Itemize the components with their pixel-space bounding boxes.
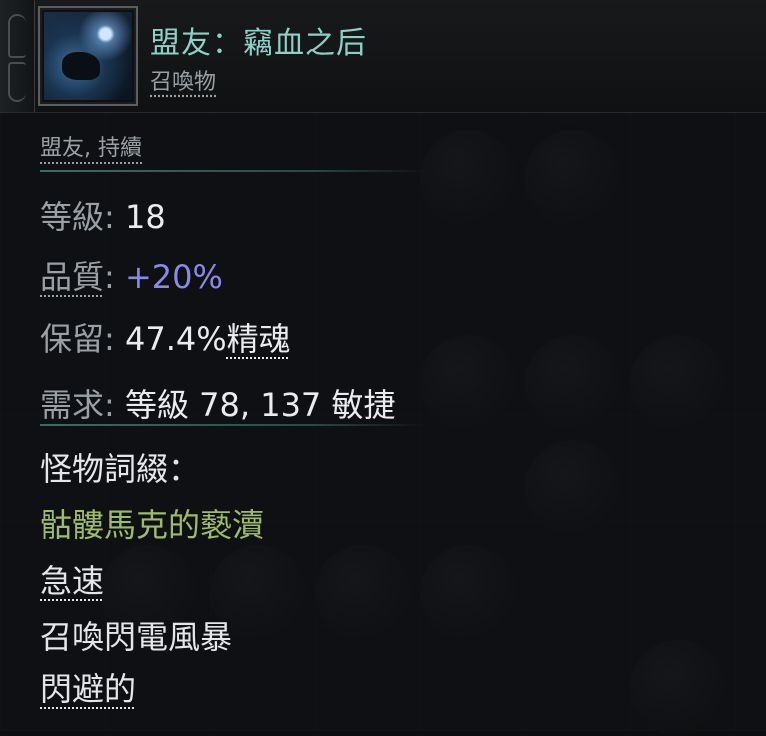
reservation-label: 保留 [40, 320, 105, 358]
reservation-resource: 精魂 [226, 320, 291, 358]
gem-icon-frame [38, 6, 138, 106]
requirement-value: 等級 78, 137 敏捷 [124, 386, 396, 424]
item-type: 召喚物 [150, 70, 217, 95]
quality-stat: 品質: +20% [40, 258, 223, 296]
reservation-stat: 保留: 47.4%精魂 [40, 320, 291, 358]
modifier-item: 急速 [40, 562, 105, 600]
modifier-item: 召喚閃電風暴 [40, 618, 233, 656]
level-value: 18 [124, 198, 166, 236]
tooltip-header: 盟友：竊血之后 召喚物 [0, 0, 766, 113]
divider [40, 424, 426, 426]
modifier-item: 閃避的 [40, 670, 137, 708]
gem-tags: 盟友, 持續 [40, 136, 142, 161]
quality-value: +20% [124, 258, 223, 296]
reservation-value: 47.4% [124, 320, 227, 358]
requirement-label: 需求 [40, 386, 105, 424]
modifiers-header: 怪物詞綴： [40, 450, 201, 488]
header-ornament [0, 0, 35, 112]
level-stat: 等級: 18 [40, 198, 166, 236]
requirement-stat: 需求: 等級 78, 137 敏捷 [40, 386, 396, 424]
modifier-item: 骷髏馬克的褻瀆 [40, 506, 265, 544]
divider [40, 170, 426, 172]
summon-gem-icon [44, 12, 132, 100]
quality-label: 品質 [40, 258, 105, 296]
item-name: 盟友：竊血之后 [150, 26, 367, 61]
level-label: 等級 [40, 198, 105, 236]
